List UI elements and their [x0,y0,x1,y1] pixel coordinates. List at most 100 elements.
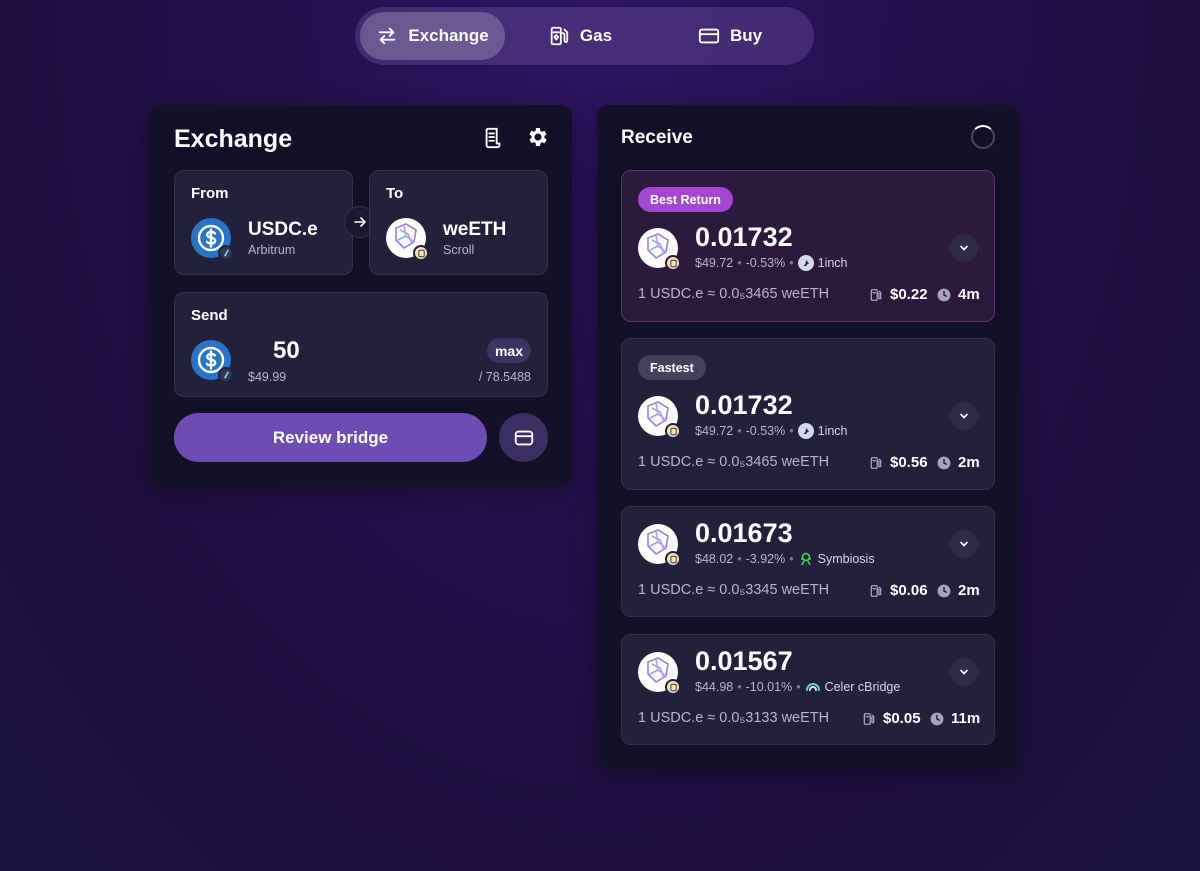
receive-panel: Receive Best Return 0.01732 $49.72 • -0.… [597,105,1019,769]
to-token-name: weETH [443,219,507,240]
separator-dot: • [789,256,794,270]
route-time: 4m [937,286,980,303]
route-usd: $48.02 [695,552,734,566]
route-change: -0.53% [745,256,786,270]
route-provider: Symbiosis [817,552,875,566]
route-gas-value: $0.05 [883,710,921,727]
from-chain-name: Arbitrum [248,243,296,257]
separator-dot: • [737,256,742,270]
route-provider: Celer cBridge [824,680,901,694]
chevron-down-icon [960,669,968,675]
to-card[interactable]: To weETH Scroll [369,170,548,275]
celer-cbridge-icon [805,679,821,695]
expand-route-button[interactable] [950,530,978,558]
route-gas-value: $0.22 [890,286,928,303]
route-rate: 1 USDC.e ≈ 0.0₅3465 weETH [638,454,830,470]
route-option[interactable]: Fastest 0.01732 $49.72 • -0.53% • 1inch … [621,338,995,490]
from-card[interactable]: From USDC.e Arbitrum [174,170,353,275]
from-label: From [191,185,229,202]
expand-route-button[interactable] [950,402,978,430]
route-amount: 0.01673 [695,518,793,548]
clock-icon [937,456,951,469]
tab-exchange[interactable]: Exchange [360,12,505,60]
scroll-chain-icon [665,255,681,271]
route-time-value: 2m [958,454,980,471]
chevron-down-icon [960,413,968,419]
route-provider: 1inch [817,256,848,270]
expand-route-button[interactable] [950,658,978,686]
tab-buy[interactable]: Buy [655,12,805,60]
route-gas-value: $0.06 [890,582,928,599]
tab-buy-label: Buy [729,26,763,45]
route-time-value: 4m [958,286,980,303]
clock-icon [930,712,944,725]
route-time: 2m [937,582,980,599]
separator-dot: • [737,424,742,438]
history-button[interactable] [480,125,506,151]
route-change: -10.01% [745,680,793,694]
route-gas-fee: $0.05 [862,710,921,727]
route-rate: 1 USDC.e ≈ 0.0₅3133 weETH [638,710,830,726]
route-option[interactable]: 0.01567 $44.98 • -10.01% • Celer cBridge… [621,634,995,745]
route-meta: $49.72 • -0.53% • 1inch [695,255,848,271]
route-amount: 0.01567 [695,646,793,676]
receive-title: Receive [621,127,693,148]
route-provider: 1inch [817,424,848,438]
1inch-icon [797,423,814,439]
route-time: 11m [930,710,980,727]
send-usd-value: $49.99 [248,370,287,384]
arbitrum-chain-icon [218,367,234,383]
exchange-title: Exchange [174,125,293,153]
route-option[interactable]: Best Return 0.01732 $49.72 • -0.53% • 1i… [621,170,995,322]
from-token-name: USDC.e [248,219,318,240]
to-chain-name: Scroll [443,243,475,257]
route-time-value: 2m [958,582,980,599]
route-time: 2m [937,454,980,471]
top-nav: Exchange Gas Buy [355,7,814,65]
clock-icon [937,288,951,301]
route-gas-value: $0.56 [890,454,928,471]
review-bridge-button[interactable]: Review bridge [174,413,487,462]
1inch-icon [797,255,814,271]
symbiosis-icon [798,551,814,567]
route-usd: $49.72 [695,256,734,270]
separator-dot: • [737,552,742,566]
arbitrum-chain-icon [218,245,234,261]
credit-card-icon [698,28,720,44]
to-label: To [386,185,404,202]
separator-dot: • [789,552,794,566]
separator-dot: • [737,680,742,694]
route-tag-best-return: Best Return [638,187,733,212]
gas-pump-icon [870,584,882,597]
scroll-chain-icon [413,245,429,261]
chevron-down-icon [960,541,968,547]
expand-route-button[interactable] [950,234,978,262]
route-time-value: 11m [951,710,981,727]
route-option[interactable]: 0.01673 $48.02 • -3.92% • Symbiosis 1 US… [621,506,995,617]
scroll-chain-icon [665,423,681,439]
settings-button[interactable] [525,124,551,150]
route-amount: 0.01732 [695,390,793,420]
send-amount-input[interactable] [273,337,423,365]
receipt-icon [485,127,501,149]
route-gas-fee: $0.06 [869,582,928,599]
separator-dot: • [796,680,801,694]
gas-pump-icon [863,712,875,725]
wallet-button[interactable] [499,413,548,462]
separator-dot: • [789,424,794,438]
tab-gas[interactable]: Gas [505,12,655,60]
gas-pump-icon [550,26,569,46]
gas-pump-icon [870,288,882,301]
send-card: Send $49.99 max / 78.5488 [174,292,548,397]
route-tag-fastest: Fastest [638,355,706,380]
route-change: -3.92% [745,552,786,566]
arrow-right-icon [354,217,366,227]
token-balance: / 78.5488 [478,370,531,384]
route-gas-fee: $0.56 [869,454,928,471]
route-amount: 0.01732 [695,222,793,252]
loading-spinner-icon [971,125,995,149]
route-rate: 1 USDC.e ≈ 0.0₅3345 weETH [638,582,830,598]
exchange-panel: Exchange From USDC.e Arbitrum To weETH S… [150,105,572,487]
max-button[interactable]: max [486,338,531,363]
scroll-chain-icon [665,551,681,567]
